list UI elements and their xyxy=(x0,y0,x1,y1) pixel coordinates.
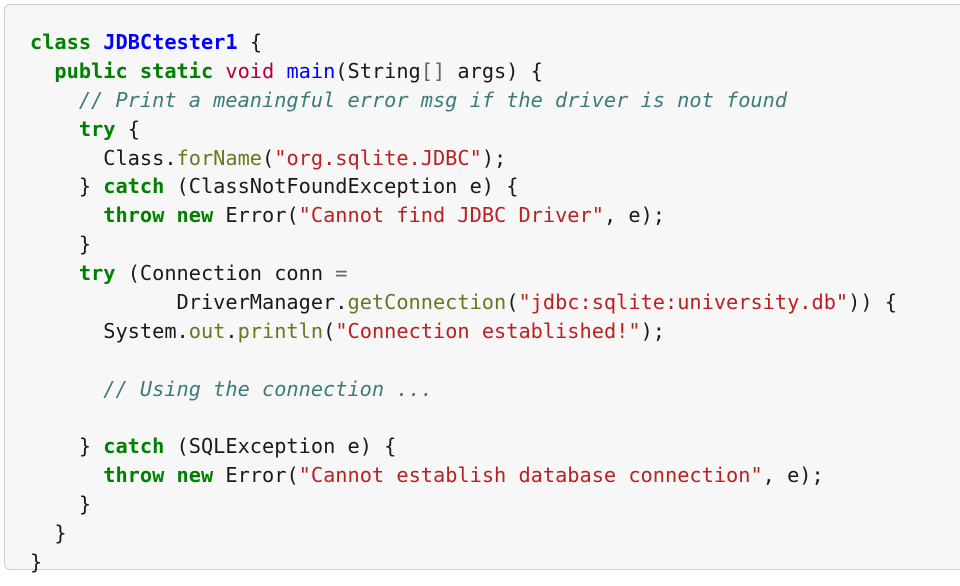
code-line: } xyxy=(30,519,897,548)
code-token: { xyxy=(237,30,263,54)
code-token: } xyxy=(30,232,92,257)
code-line: Class.forName("org.sqlite.JDBC"); xyxy=(30,144,897,173)
code-token: new xyxy=(176,463,214,488)
code-token: . xyxy=(225,318,238,343)
code-token: public xyxy=(54,58,128,83)
code-token: println xyxy=(237,318,324,343)
code-line: ​ xyxy=(30,346,897,375)
code-token: ( xyxy=(506,290,519,315)
code-token: forName xyxy=(176,145,263,170)
code-token: Error( xyxy=(213,203,299,228)
code-line: throw new Error("Cannot establish databa… xyxy=(30,461,897,490)
code-token: ( xyxy=(262,145,275,170)
code-line: } xyxy=(30,230,897,259)
code-line: throw new Error("Cannot find JDBC Driver… xyxy=(30,201,897,230)
code-token: "Connection established!" xyxy=(335,318,641,343)
code-token: catch xyxy=(103,174,165,199)
code-token: throw xyxy=(103,203,165,228)
code-token: JDBCtester1 xyxy=(103,30,238,54)
code-token: new xyxy=(176,203,214,228)
code-token: catch xyxy=(103,434,165,459)
code-token: class xyxy=(30,30,92,54)
code-token: getConnection xyxy=(347,290,507,315)
code-token: )) { xyxy=(848,290,897,315)
code-token: "Cannot establish database connection" xyxy=(298,463,763,488)
code-token: (SQLException e) { xyxy=(164,434,397,459)
code-token: main xyxy=(286,58,336,83)
code-line: DriverManager.getConnection("jdbc:sqlite… xyxy=(30,288,897,317)
code-token: (String xyxy=(335,58,421,83)
code-token: = xyxy=(335,261,348,286)
code-token: ( xyxy=(323,318,336,343)
code-token: } xyxy=(30,174,104,199)
code-token: static xyxy=(139,58,214,83)
code-token: Error( xyxy=(213,463,299,488)
code-token: } xyxy=(30,492,92,517)
code-token: // Using the connection ... xyxy=(103,376,433,401)
code-token: (Connection conn xyxy=(115,261,336,286)
code-token: } xyxy=(30,434,104,459)
code-token: try xyxy=(78,261,116,286)
code-line: } catch (ClassNotFoundException e) { xyxy=(30,172,897,201)
code-line: ​ xyxy=(30,404,897,433)
code-token: { xyxy=(115,116,140,141)
code-token: try xyxy=(78,116,116,141)
code-token: "Cannot find JDBC Driver" xyxy=(298,203,604,228)
code-token: args) { xyxy=(445,58,543,83)
code-line: } xyxy=(30,548,897,577)
code-block: class JDBCtester1 { public static void m… xyxy=(4,4,960,574)
code-token: } xyxy=(30,521,67,546)
code-line: class JDBCtester1 { xyxy=(30,28,897,57)
code-token: , e); xyxy=(603,203,665,228)
code-line: try { xyxy=(30,115,897,144)
code-token: throw xyxy=(103,463,165,488)
code-token: , e); xyxy=(762,463,824,488)
code-line: public static void main(String[] args) { xyxy=(30,57,897,86)
code-token: Class. xyxy=(30,145,177,170)
code-token: "jdbc:sqlite:university.db" xyxy=(518,290,849,315)
code-line: } xyxy=(30,490,897,519)
code-listing: class JDBCtester1 { public static void m… xyxy=(30,28,897,577)
code-token: } xyxy=(30,550,43,575)
code-line: // Using the connection ... xyxy=(30,375,897,404)
code-token: (ClassNotFoundException e) { xyxy=(164,174,519,199)
code-token: [] xyxy=(420,58,446,83)
code-token: // Print a meaningful error msg if the d… xyxy=(78,87,788,112)
code-token: DriverManager. xyxy=(30,290,348,315)
code-token: void xyxy=(225,58,275,83)
code-line: try (Connection conn = xyxy=(30,259,897,288)
code-token: System. xyxy=(30,318,189,343)
code-line: } catch (SQLException e) { xyxy=(30,432,897,461)
code-token: out xyxy=(188,318,226,343)
code-line: System.out.println("Connection establish… xyxy=(30,317,897,346)
code-line: // Print a meaningful error msg if the d… xyxy=(30,86,897,115)
code-token: ); xyxy=(481,145,507,170)
code-token: "org.sqlite.JDBC" xyxy=(274,145,482,170)
code-token: ); xyxy=(640,318,665,343)
